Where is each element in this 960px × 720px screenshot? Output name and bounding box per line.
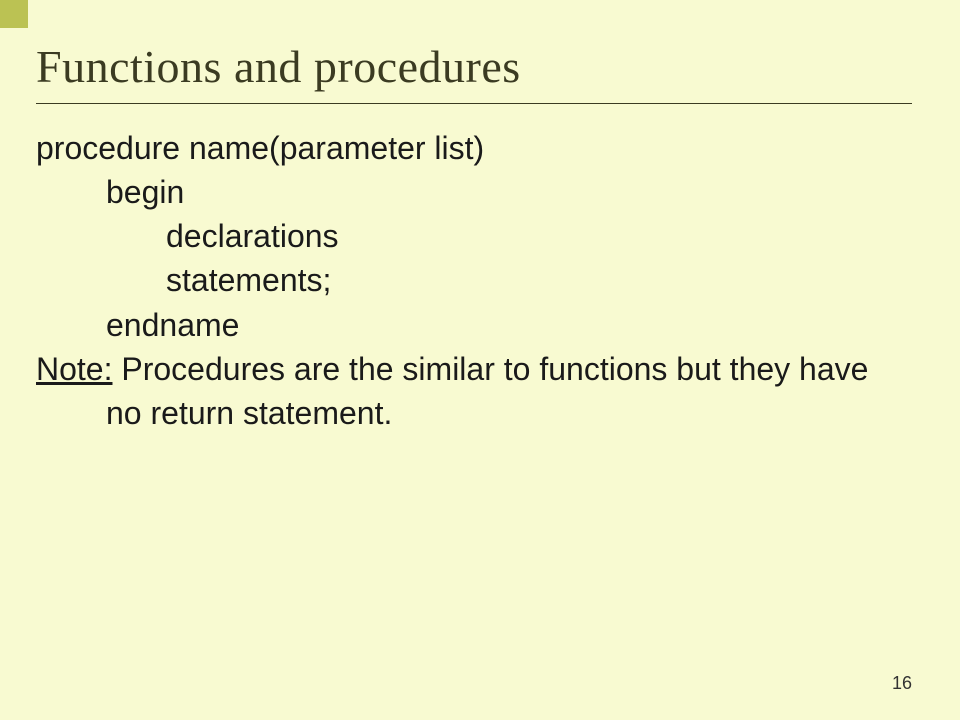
title-rule	[36, 103, 912, 104]
code-line: declarations	[36, 214, 912, 258]
code-line: procedure name(parameter list)	[36, 126, 912, 170]
slide-body: procedure name(parameter list) begin dec…	[36, 126, 912, 435]
accent-square	[0, 0, 28, 28]
code-line: begin	[36, 170, 912, 214]
page-number: 16	[892, 673, 912, 694]
slide-content: Functions and procedures procedure name(…	[0, 0, 960, 435]
code-line: endname	[36, 303, 912, 347]
code-line: statements;	[36, 258, 912, 302]
slide-title: Functions and procedures	[36, 40, 912, 93]
note-paragraph: Note: Procedures are the similar to func…	[36, 347, 912, 435]
note-text: Procedures are the similar to functions …	[106, 351, 868, 431]
note-label: Note:	[36, 351, 112, 387]
